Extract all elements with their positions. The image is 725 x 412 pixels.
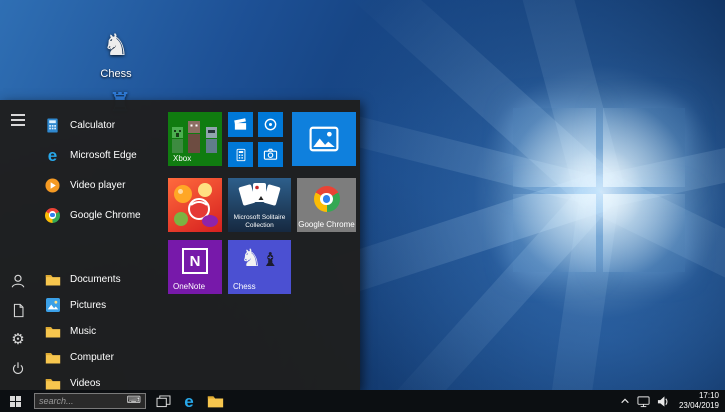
desktop-icon-chess[interactable]: ♞ Chess: [84, 28, 148, 82]
photo-icon: [309, 126, 339, 152]
search-input[interactable]: [39, 396, 123, 406]
clock-date: 23/04/2019: [679, 401, 719, 411]
documents-button[interactable]: [7, 300, 29, 320]
windows-logo-pane: [513, 108, 596, 187]
tile-google-chrome[interactable]: Google Chrome: [297, 178, 356, 232]
edge-icon: e: [184, 393, 193, 410]
play-icon: [44, 177, 61, 194]
power-icon: [11, 361, 25, 375]
file-explorer-button[interactable]: [202, 390, 228, 412]
windows-logo-pane: [603, 108, 686, 187]
tile-movies-tv[interactable]: [228, 112, 253, 137]
network-tray-button[interactable]: [637, 390, 650, 412]
clock-time: 17:10: [679, 391, 719, 401]
windows-logo-icon: [10, 396, 21, 407]
folder-item-pictures[interactable]: Pictures: [36, 292, 168, 318]
user-account-button[interactable]: [7, 271, 29, 291]
folder-item-label: Music: [70, 326, 96, 337]
power-button[interactable]: [7, 358, 29, 378]
app-item-label: Video player: [70, 180, 125, 191]
tile-photos[interactable]: [292, 112, 356, 166]
tile-solitaire[interactable]: Microsoft Solitaire Collection: [228, 178, 291, 232]
keyboard-icon: ⌨: [127, 396, 141, 406]
edge-icon: e: [44, 147, 61, 164]
app-item-video-player[interactable]: Video player: [36, 170, 168, 200]
folder-icon: [44, 349, 61, 366]
tile-label: Chess: [233, 282, 256, 291]
start-menu-rail: ⚙: [0, 100, 36, 390]
expand-menu-button[interactable]: [7, 110, 29, 130]
system-tray: 17:10 23/04/2019: [620, 390, 725, 412]
tile-candy-crush[interactable]: [168, 178, 222, 232]
volume-icon: [657, 395, 670, 408]
folder-item-label: Videos: [70, 378, 100, 389]
taskbar-search[interactable]: ⌨: [34, 393, 146, 409]
chevron-up-icon: [620, 396, 630, 406]
folder-icon: [44, 271, 61, 288]
start-menu-app-list: Calculator e Microsoft Edge Video player…: [36, 110, 168, 230]
app-item-microsoft-edge[interactable]: e Microsoft Edge: [36, 140, 168, 170]
user-icon: [10, 273, 26, 289]
show-hidden-icons-button[interactable]: [620, 390, 630, 412]
chrome-icon: [44, 207, 61, 224]
clapperboard-icon: [233, 117, 248, 132]
tile-label: Google Chrome: [297, 220, 356, 229]
folder-item-documents[interactable]: Documents: [36, 266, 168, 292]
tile-onenote[interactable]: N OneNote: [168, 240, 222, 294]
pictures-icon: [44, 297, 61, 314]
folder-item-music[interactable]: Music: [36, 318, 168, 344]
folder-icon: [44, 323, 61, 340]
task-view-button[interactable]: [150, 390, 176, 412]
tile-camera[interactable]: [258, 142, 283, 167]
document-icon: [12, 303, 25, 318]
tile-groove-music[interactable]: [258, 112, 283, 137]
tile-label: Xbox: [173, 154, 191, 163]
folder-item-computer[interactable]: Computer: [36, 344, 168, 370]
start-menu-folder-list: Documents Pictures Music Computer Videos: [36, 266, 168, 396]
tile-label: OneNote: [173, 282, 205, 291]
task-view-icon: [156, 395, 171, 408]
chess-pieces-icon: ♞♝: [228, 244, 291, 272]
folder-item-label: Documents: [70, 274, 121, 285]
disc-icon: [263, 117, 278, 132]
taskbar: ⌨ e 17:10 23/04/2019: [0, 390, 725, 412]
edge-taskbar-button[interactable]: e: [176, 390, 202, 412]
camera-icon: [263, 147, 278, 162]
taskbar-clock[interactable]: 17:10 23/04/2019: [679, 391, 719, 412]
settings-button[interactable]: ⚙: [7, 329, 29, 349]
folder-icon: [44, 375, 61, 392]
app-item-label: Microsoft Edge: [70, 150, 137, 161]
gear-icon: ⚙: [11, 332, 24, 347]
folder-item-label: Computer: [70, 352, 114, 363]
chess-piece-icon: ♞: [84, 28, 148, 64]
windows-logo-pane: [603, 194, 686, 273]
start-button[interactable]: [0, 390, 30, 412]
onenote-icon: N: [182, 248, 208, 274]
calculator-icon: [234, 148, 248, 162]
candy-icon: [168, 178, 222, 232]
volume-tray-button[interactable]: [657, 390, 670, 412]
app-item-label: Google Chrome: [70, 210, 141, 221]
calculator-icon: [44, 117, 61, 134]
start-menu: ⚙ Calculator e Microsoft Edge Video play…: [0, 100, 360, 390]
tile-calculator[interactable]: [228, 142, 253, 167]
app-item-label: Calculator: [70, 120, 115, 131]
folder-icon: [207, 394, 224, 408]
tile-label: Microsoft Solitaire Collection: [228, 214, 291, 230]
chrome-icon: [314, 186, 340, 212]
start-menu-tiles: Xbox: [168, 112, 358, 378]
folder-item-label: Pictures: [70, 300, 106, 311]
desktop-icon-label: Chess: [100, 68, 131, 80]
network-icon: [637, 395, 650, 408]
tile-xbox[interactable]: Xbox: [168, 112, 222, 166]
app-item-google-chrome[interactable]: Google Chrome: [36, 200, 168, 230]
windows-logo: [513, 108, 685, 272]
windows-logo-pane: [513, 194, 596, 273]
app-item-calculator[interactable]: Calculator: [36, 110, 168, 140]
hamburger-icon: [11, 114, 25, 126]
tile-chess[interactable]: ♞♝ Chess: [228, 240, 291, 294]
